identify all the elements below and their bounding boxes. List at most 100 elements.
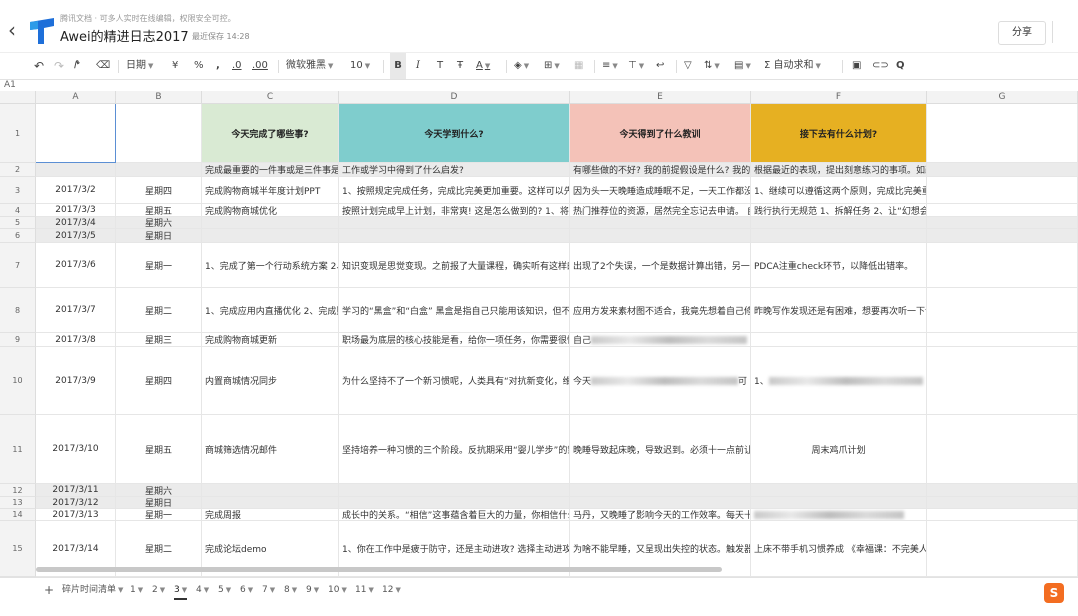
redo-icon[interactable]: ↷: [54, 53, 64, 79]
cell-c[interactable]: 完成周报: [202, 509, 339, 521]
cell-g[interactable]: [927, 288, 1078, 333]
sheet-tab-12[interactable]: 12 ▼: [382, 582, 401, 598]
cell-f[interactable]: [751, 509, 927, 521]
row-header[interactable]: 7: [0, 243, 36, 288]
autosum-dropdown[interactable]: Σ 自动求和 ▼: [764, 53, 821, 79]
cell-f[interactable]: PDCA注重check环节，以降低出错率。: [751, 243, 927, 288]
cell-b[interactable]: 星期一: [116, 509, 202, 521]
cell-c[interactable]: 内置商城情况同步: [202, 347, 339, 415]
cell-c[interactable]: 商城筛选情况邮件: [202, 415, 339, 484]
column-header-c[interactable]: C: [202, 91, 339, 104]
font-family-dropdown[interactable]: 微软雅黑 ▼: [286, 53, 333, 79]
cell-e[interactable]: 马丹，又晚睡了影响今天的工作效率。每天十一: [570, 509, 751, 521]
cell-c[interactable]: [202, 497, 339, 509]
filter-icon[interactable]: ▽: [684, 53, 692, 79]
cell-d[interactable]: 成长中的关系。“相信”这事蕴含着巨大的力量，你相信什么: [339, 509, 570, 521]
link-icon[interactable]: ⊂⊃: [872, 53, 889, 79]
sheet-tab-10[interactable]: 10 ▼: [328, 582, 347, 598]
cell-d[interactable]: 为什么坚持不了一个新习惯呢，人类具有“对抗新变化，维持: [339, 347, 570, 415]
search-icon[interactable]: Q: [896, 53, 905, 79]
header-cell-g[interactable]: [927, 104, 1078, 163]
currency-button[interactable]: ¥: [172, 53, 178, 79]
cell-d[interactable]: 学习的“黑盒”和“白盒” 黑盒是指自己只能用该知识，但不: [339, 288, 570, 333]
cell-g[interactable]: [927, 509, 1078, 521]
format-painter-icon[interactable]: ⭚: [74, 53, 80, 79]
decrease-decimal-button[interactable]: .0: [232, 53, 242, 79]
row-header[interactable]: 15: [0, 521, 36, 577]
cell-c[interactable]: 1、完成应用内直播优化 2、完成购物: [202, 288, 339, 333]
sheet-tab-list[interactable]: 碎片时间清单 ▼: [62, 582, 123, 598]
row-header[interactable]: 6: [0, 229, 36, 243]
cell-reference[interactable]: A1: [4, 80, 16, 90]
cell-b[interactable]: 星期一: [116, 243, 202, 288]
cell-g[interactable]: [927, 497, 1078, 509]
column-header-d[interactable]: D: [339, 91, 570, 104]
cell-a[interactable]: 2017/3/5: [36, 229, 116, 243]
column-header-f[interactable]: F: [751, 91, 927, 104]
row-header[interactable]: 8: [0, 288, 36, 333]
increase-decimal-button[interactable]: .00: [252, 53, 268, 79]
cell-b[interactable]: 星期五: [116, 415, 202, 484]
cell-f[interactable]: 昨晚写作发现还是有困难，想要再次听一下课程，先快速梳理一个联系方法!: [751, 288, 927, 333]
cell-a[interactable]: 2017/3/10: [36, 415, 116, 484]
cell-e[interactable]: 因为头一天晚睡造成睡眠不足，一天工作都没有精神: [570, 177, 751, 204]
merge-cells-icon[interactable]: ▦: [574, 53, 583, 79]
cell-c[interactable]: 完成购物商城更新: [202, 333, 339, 347]
horizontal-scrollbar[interactable]: [36, 567, 722, 572]
cell-g[interactable]: [927, 333, 1078, 347]
sheet-tab-4[interactable]: 4 ▼: [196, 582, 209, 598]
cell-c[interactable]: [202, 484, 339, 497]
cell-e[interactable]: [570, 217, 751, 229]
share-button[interactable]: 分享: [998, 21, 1046, 45]
cell-g[interactable]: [927, 177, 1078, 204]
cell-f[interactable]: 1、: [751, 347, 927, 415]
cell-g[interactable]: [927, 217, 1078, 229]
cell-e[interactable]: 有哪些做的不好? 我的前提假设是什么? 我的行为: [570, 163, 751, 177]
cell-a[interactable]: 2017/3/13: [36, 509, 116, 521]
cell-d[interactable]: 1、按照规定完成任务，完成比完美更加重要。这样可以先压力: [339, 177, 570, 204]
row-header[interactable]: 10: [0, 347, 36, 415]
header-cell-a[interactable]: [36, 104, 116, 163]
vertical-align-icon[interactable]: ⊤ ▼: [628, 53, 644, 79]
align-icon[interactable]: ≡ ▼: [602, 53, 618, 79]
add-sheet-button[interactable]: +: [44, 582, 54, 598]
sheet-tab-1[interactable]: 1 ▼: [130, 582, 143, 598]
cell-b[interactable]: 星期六: [116, 484, 202, 497]
select-all-corner[interactable]: [0, 91, 36, 104]
row-header[interactable]: 12: [0, 484, 36, 497]
cell-d[interactable]: [339, 497, 570, 509]
cell-d[interactable]: 知识变现是思觉变现。之前报了大量课程，确实听有这样的想法: [339, 243, 570, 288]
cell-b[interactable]: 星期三: [116, 333, 202, 347]
cell-b[interactable]: 星期日: [116, 497, 202, 509]
sheet-tab-8[interactable]: 8 ▼: [284, 582, 297, 598]
cell-d[interactable]: [339, 484, 570, 497]
cell-d[interactable]: 工作或学习中得到了什么启发?: [339, 163, 570, 177]
undo-icon[interactable]: ↶: [34, 53, 44, 79]
cell-d[interactable]: 职场最为底层的核心技能是看，给你一项任务，你需要很快了解: [339, 333, 570, 347]
column-header-b[interactable]: B: [116, 91, 202, 104]
fill-color-icon[interactable]: ◈ ▼: [514, 53, 529, 79]
cell-f[interactable]: 周末鸡爪计划: [751, 415, 927, 484]
number-format-dropdown[interactable]: 日期 ▼: [126, 53, 153, 79]
cell-g[interactable]: [927, 163, 1078, 177]
cell-g[interactable]: [927, 229, 1078, 243]
cell-e[interactable]: 晚睡导致起床晚，导致迟到。必须十一点前让自己: [570, 415, 751, 484]
cell-f[interactable]: 1、继续可以遵循这两个原则，完成比完美重要。多个PDCA工作法。 2、怎样才能: [751, 177, 927, 204]
cell-f[interactable]: 上床不带手机习惯养成 《幸福课：不完美人生的解答书》实践：每周做3个错误!: [751, 521, 927, 577]
cell-g[interactable]: [927, 415, 1078, 484]
cell-c[interactable]: [202, 217, 339, 229]
row-header[interactable]: 14: [0, 509, 36, 521]
cell-e[interactable]: 应用方发来素材图不适合，我竟先想着自己修改，: [570, 288, 751, 333]
sort-icon[interactable]: ⇅ ▼: [704, 53, 720, 79]
header-cell-f[interactable]: 接下去有什么计划?: [751, 104, 927, 163]
back-icon[interactable]: ‹: [8, 20, 16, 40]
cell-d[interactable]: [339, 217, 570, 229]
thousands-button[interactable]: ,: [216, 53, 220, 79]
sheet-tab-2[interactable]: 2 ▼: [152, 582, 165, 598]
cell-c[interactable]: 完成购物商城半年度计划PPT: [202, 177, 339, 204]
cell-g[interactable]: [927, 204, 1078, 217]
italic-button[interactable]: I: [416, 53, 420, 79]
cell-d[interactable]: [339, 229, 570, 243]
column-header-g[interactable]: G: [927, 91, 1078, 104]
clear-format-icon[interactable]: ⌫: [96, 53, 110, 79]
